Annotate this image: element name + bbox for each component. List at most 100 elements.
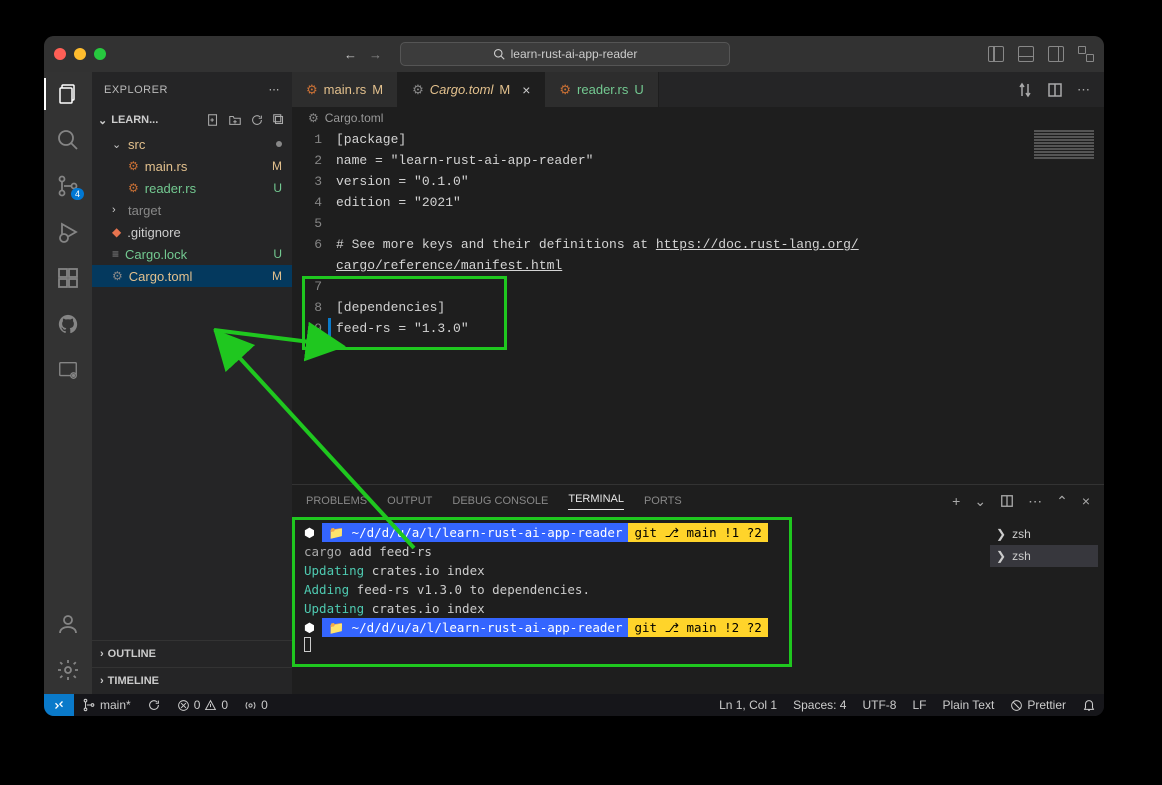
new-folder-icon[interactable]	[228, 113, 242, 127]
tab-status: M	[499, 82, 510, 97]
terminal-line: Updating crates.io index	[304, 599, 972, 618]
titlebar-layout-controls	[988, 46, 1094, 62]
nav-forward-icon[interactable]: →	[369, 47, 382, 62]
tab-output[interactable]: OUTPUT	[387, 495, 432, 507]
tab-reader-rs[interactable]: ⚙ reader.rs U	[545, 72, 658, 107]
command-center[interactable]: learn-rust-ai-app-reader	[400, 42, 730, 66]
accounts-icon[interactable]	[56, 612, 80, 636]
close-panel-icon[interactable]: ×	[1082, 493, 1090, 509]
file-tree: ⌄ src ⚙ main.rs M ⚙ reader.rs U › target	[92, 133, 292, 287]
explorer-icon[interactable]	[56, 82, 80, 106]
tab-cargo-toml[interactable]: ⚙ Cargo.toml M ×	[398, 72, 545, 107]
maximize-window-button[interactable]	[94, 48, 106, 60]
settings-gear-icon[interactable]	[56, 658, 80, 682]
minimize-window-button[interactable]	[74, 48, 86, 60]
collapse-all-icon[interactable]	[272, 113, 286, 127]
terminal-line: ⬢ 📁 ~/d/d/u/a/l/learn-rust-ai-app-reader…	[304, 523, 972, 542]
split-editor-icon[interactable]	[1047, 82, 1063, 98]
new-file-icon[interactable]	[206, 113, 220, 127]
timeline-panel[interactable]: › TIMELINE	[92, 667, 292, 694]
code-line: cargo/reference/manifest.html	[336, 255, 1104, 276]
split-terminal-icon[interactable]	[1000, 494, 1014, 508]
tab-label: reader.rs	[577, 82, 628, 97]
github-icon[interactable]	[56, 312, 80, 336]
nav-back-icon[interactable]: ←	[344, 47, 357, 62]
eol-status[interactable]: LF	[904, 698, 934, 712]
terminal-item-zsh[interactable]: ❯ zsh	[990, 545, 1098, 567]
tab-ports[interactable]: PORTS	[644, 495, 682, 507]
tree-folder-src[interactable]: ⌄ src	[92, 133, 292, 155]
file-label: Cargo.toml	[129, 269, 193, 284]
more-actions-icon[interactable]: ⋯	[1077, 82, 1090, 98]
tab-status: M	[372, 82, 383, 97]
tree-file-cargo-lock[interactable]: ≡ Cargo.lock U	[92, 243, 292, 265]
search-activity-icon[interactable]	[56, 128, 80, 152]
new-terminal-icon[interactable]: +	[952, 493, 960, 509]
refresh-icon[interactable]	[250, 113, 264, 127]
code-content[interactable]: [package] name = "learn-rust-ai-app-read…	[336, 129, 1104, 484]
more-icon[interactable]: ⋯	[1028, 493, 1042, 510]
tree-file-gitignore[interactable]: ◆ .gitignore	[92, 221, 292, 243]
notifications-icon[interactable]	[1074, 698, 1104, 712]
indentation-status[interactable]: Spaces: 4	[785, 698, 854, 712]
breadcrumbs[interactable]: ⚙ Cargo.toml	[292, 107, 1104, 129]
tab-debug-console[interactable]: DEBUG CONSOLE	[452, 495, 548, 507]
terminal-list: ❯ zsh ❯ zsh	[984, 517, 1104, 694]
terminal-dropdown-icon[interactable]: ⌄	[974, 493, 986, 510]
toggle-panel-icon[interactable]	[1018, 46, 1034, 62]
file-label: .gitignore	[127, 225, 180, 240]
remote-indicator[interactable]	[44, 694, 74, 716]
folder-header[interactable]: ⌄ LEARN...	[92, 107, 292, 133]
outline-panel[interactable]: › OUTLINE	[92, 640, 292, 667]
scm-badge: 4	[71, 188, 84, 200]
terminal-item-zsh[interactable]: ❯ zsh	[990, 523, 1098, 545]
close-window-button[interactable]	[54, 48, 66, 60]
cursor-position-status[interactable]: Ln 1, Col 1	[711, 698, 785, 712]
rust-file-icon: ⚙	[559, 82, 571, 98]
titlebar: ← → learn-rust-ai-app-reader	[44, 36, 1104, 72]
remote-explorer-icon[interactable]	[56, 358, 80, 382]
code-line: name = "learn-rust-ai-app-reader"	[336, 150, 1104, 171]
maximize-panel-icon[interactable]: ⌃	[1056, 493, 1068, 510]
compare-changes-icon[interactable]	[1017, 82, 1033, 98]
close-tab-icon[interactable]: ×	[522, 82, 530, 98]
timeline-label: TIMELINE	[108, 675, 159, 687]
tree-folder-target[interactable]: › target	[92, 199, 292, 221]
encoding-status[interactable]: UTF-8	[854, 698, 904, 712]
tab-terminal[interactable]: TERMINAL	[568, 493, 624, 510]
code-line	[336, 339, 1104, 360]
nav-arrows: ← →	[344, 47, 382, 62]
toggle-primary-sidebar-icon[interactable]	[988, 46, 1004, 62]
git-status: U	[273, 247, 282, 261]
extensions-icon[interactable]	[56, 266, 80, 290]
terminal-line: Adding feed-rs v1.3.0 to dependencies.	[304, 580, 972, 599]
tab-main-rs[interactable]: ⚙ main.rs M	[292, 72, 398, 107]
tree-file-reader[interactable]: ⚙ reader.rs U	[92, 177, 292, 199]
port-status[interactable]: 0	[236, 694, 276, 716]
run-debug-icon[interactable]	[56, 220, 80, 244]
code-editor[interactable]: 123456 78910 [package] name = "learn-rus…	[292, 129, 1104, 484]
line-gutter: 123456 78910	[292, 129, 336, 484]
explorer-header: EXPLORER ⋯	[92, 72, 292, 107]
customize-layout-icon[interactable]	[1078, 46, 1094, 62]
explorer-more-icon[interactable]: ⋯	[269, 83, 281, 96]
chevron-down-icon: ⌄	[98, 114, 107, 127]
git-status: M	[272, 159, 282, 173]
problems-status[interactable]: 0 0	[169, 694, 236, 716]
minimap[interactable]	[1024, 129, 1104, 229]
tree-file-cargo-toml[interactable]: ⚙ Cargo.toml M	[92, 265, 292, 287]
tab-label: Cargo.toml	[430, 82, 494, 97]
terminal-output[interactable]: ⬢ 📁 ~/d/d/u/a/l/learn-rust-ai-app-reader…	[292, 517, 984, 694]
sync-status[interactable]	[139, 694, 169, 716]
prettier-status[interactable]: Prettier	[1002, 698, 1074, 712]
tab-problems[interactable]: PROBLEMS	[306, 495, 367, 507]
git-branch-status[interactable]: main*	[74, 694, 139, 716]
toggle-secondary-sidebar-icon[interactable]	[1048, 46, 1064, 62]
chevron-right-icon: ›	[100, 648, 104, 660]
rust-file-icon: ⚙	[128, 181, 139, 195]
explorer-title: EXPLORER	[104, 84, 168, 96]
source-control-icon[interactable]: 4	[56, 174, 80, 198]
language-mode-status[interactable]: Plain Text	[935, 698, 1003, 712]
tree-file-main[interactable]: ⚙ main.rs M	[92, 155, 292, 177]
search-icon	[493, 48, 505, 60]
